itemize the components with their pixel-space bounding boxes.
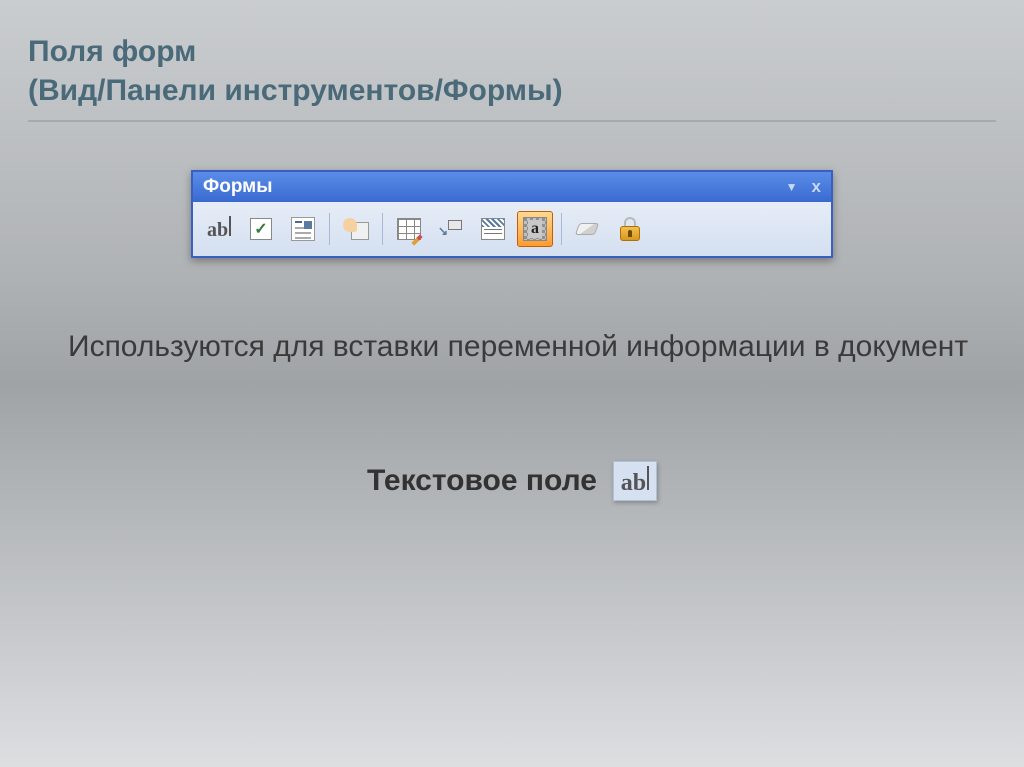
separator <box>329 213 330 245</box>
table-icon <box>397 218 421 240</box>
text-field-icon: ab <box>207 216 231 242</box>
frame-icon: ↘ <box>438 218 464 240</box>
properties-button[interactable] <box>338 211 374 247</box>
caption-label: Текстовое поле <box>367 464 597 498</box>
checkbox-button[interactable]: ✓ <box>243 211 279 247</box>
reset-button[interactable] <box>570 211 606 247</box>
close-icon[interactable]: x <box>812 177 821 197</box>
title-line2: (Вид/Панели инструментов/Формы) <box>28 74 563 107</box>
shading-button[interactable] <box>475 211 511 247</box>
title-line1: Поля форм <box>28 35 196 68</box>
highlight-icon: a <box>523 217 547 241</box>
text-field-example-icon: ab <box>613 461 657 501</box>
form-field-shading-button[interactable]: a <box>517 211 553 247</box>
protect-form-button[interactable] <box>612 211 648 247</box>
eraser-icon <box>575 219 601 239</box>
toolbar-titlebar[interactable]: Формы ▼ x <box>193 172 831 202</box>
shading-icon <box>481 218 505 240</box>
dropdown-button[interactable] <box>285 211 321 247</box>
separator <box>561 213 562 245</box>
toolbar-title: Формы <box>203 176 272 198</box>
toolbar-options-icon[interactable]: ▼ <box>786 180 798 194</box>
checkbox-icon: ✓ <box>250 218 272 240</box>
divider <box>28 120 996 122</box>
toolbar-controls: ▼ x <box>786 177 821 197</box>
lock-icon <box>620 217 640 241</box>
insert-frame-button[interactable]: ↘ <box>433 211 469 247</box>
text-field-button[interactable]: ab <box>201 211 237 247</box>
draw-table-button[interactable] <box>391 211 427 247</box>
properties-icon <box>343 218 369 240</box>
slide-title: Поля форм (Вид/Панели инструментов/Формы… <box>28 32 996 110</box>
toolbar-body: ab ✓ <box>193 202 831 256</box>
text-field-icon: ab <box>621 466 649 497</box>
caption-row: Текстовое поле ab <box>0 461 1024 501</box>
separator <box>382 213 383 245</box>
slide-header: Поля форм (Вид/Панели инструментов/Формы… <box>0 0 1024 122</box>
toolbar-container: Формы ▼ x ab ✓ <box>0 170 1024 258</box>
description-text: Используются для вставки переменной инфо… <box>0 324 1024 369</box>
forms-toolbar: Формы ▼ x ab ✓ <box>191 170 833 258</box>
dropdown-icon <box>291 217 315 241</box>
